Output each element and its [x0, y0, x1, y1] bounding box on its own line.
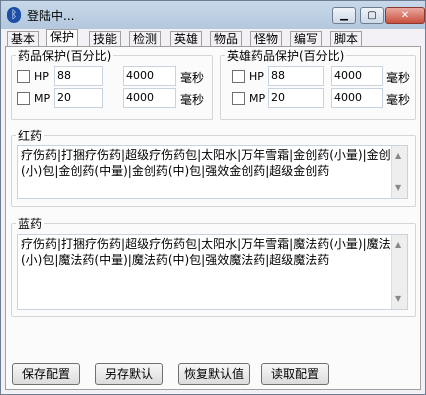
hero-hp-ms-unit: 毫秒 — [386, 71, 411, 85]
bluetooth-icon: ᛒ — [7, 7, 21, 23]
hero-hp-label: HP — [249, 70, 264, 83]
hero-hp-ms-input[interactable]: 4000 — [331, 66, 383, 86]
minimize-button[interactable]: ▁ — [332, 7, 356, 24]
hp-checkbox[interactable] — [17, 70, 30, 83]
close-button[interactable]: ✕ — [385, 7, 425, 24]
protect-panel: 药品保护(百分比) HP 88 4000 毫秒 MP 20 4000 毫秒 英雄… — [5, 46, 421, 390]
red-potion-textarea[interactable]: 疗伤药|打捆疗伤药|超级疗伤药包|太阳水|万年雪霜|金创药(小量)|金创药(小)… — [17, 145, 408, 199]
hp-ms-input[interactable]: 4000 — [123, 66, 176, 86]
red-potion-legend: 红药 — [18, 129, 43, 143]
hero-hp-checkbox[interactable] — [232, 70, 245, 83]
hero-mp-ms-unit: 毫秒 — [386, 93, 411, 107]
mp-checkbox[interactable] — [17, 92, 30, 105]
hp-percent-input[interactable]: 88 — [54, 66, 103, 86]
scroll-down-icon[interactable]: ▼ — [395, 180, 401, 196]
tab-skill[interactable]: 技能 — [89, 31, 122, 47]
hero-mp-label: MP — [249, 92, 266, 105]
hero-hp-percent-input[interactable]: 88 — [268, 66, 324, 86]
tab-protect[interactable]: 保护 — [46, 29, 79, 47]
hero-mp-percent-input[interactable]: 20 — [268, 88, 324, 108]
tab-basic[interactable]: 基本 — [7, 31, 40, 47]
tab-items[interactable]: 物品 — [210, 31, 243, 47]
save-config-button[interactable]: 保存配置 — [12, 363, 80, 385]
hero-mp-ms-input[interactable]: 4000 — [331, 88, 383, 108]
read-config-button[interactable]: 读取配置 — [261, 363, 329, 385]
hero-mp-checkbox[interactable] — [232, 92, 245, 105]
maximize-button[interactable]: ▢ — [360, 7, 384, 24]
window-title: 登陆中... — [27, 9, 75, 23]
hero-protect-legend: 英雄药品保护(百分比) — [227, 49, 345, 63]
mp-label: MP — [34, 92, 51, 105]
scroll-up-icon[interactable]: ▲ — [395, 237, 401, 253]
blue-potion-textarea[interactable]: 疗伤药|打捆疗伤药|超级疗伤药包|太阳水|万年雪霜|魔法药(小量)|魔法药(小)… — [17, 234, 408, 310]
tab-detect[interactable]: 检测 — [129, 31, 162, 47]
red-potion-scrollbar[interactable]: ▲ ▼ — [391, 146, 407, 198]
scroll-up-icon[interactable]: ▲ — [395, 148, 401, 164]
blue-potion-scrollbar[interactable]: ▲ ▼ — [391, 235, 407, 309]
red-potion-text: 疗伤药|打捆疗伤药|超级疗伤药包|太阳水|万年雪霜|金创药(小量)|金创药(小)… — [21, 148, 403, 178]
hp-ms-unit: 毫秒 — [180, 71, 205, 85]
mp-ms-unit: 毫秒 — [180, 93, 205, 107]
mp-percent-input[interactable]: 20 — [54, 88, 103, 108]
save-default-button[interactable]: 另存默认 — [95, 363, 163, 385]
tab-monsters[interactable]: 怪物 — [250, 31, 283, 47]
title-bar: ᛒ 登陆中... ▁ ▢ ✕ — [1, 1, 425, 29]
tab-script[interactable]: 脚本 — [330, 31, 363, 47]
tab-strip: 基本 保护 技能 检测 英雄 物品 怪物 编写 脚本 — [7, 29, 419, 47]
blue-potion-legend: 蓝药 — [18, 217, 43, 231]
blue-potion-text: 疗伤药|打捆疗伤药|超级疗伤药包|太阳水|万年雪霜|魔法药(小量)|魔法药(小)… — [21, 237, 403, 267]
tab-hero[interactable]: 英雄 — [170, 31, 203, 47]
hp-label: HP — [34, 70, 49, 83]
drug-protect-legend: 药品保护(百分比) — [18, 49, 112, 63]
mp-ms-input[interactable]: 4000 — [123, 88, 176, 108]
app-window: ᛒ 登陆中... ▁ ▢ ✕ 基本 保护 技能 检测 英雄 物品 怪物 编写 脚… — [0, 0, 426, 395]
restore-default-button[interactable]: 恢复默认值 — [178, 363, 250, 385]
tab-edit[interactable]: 编写 — [290, 31, 323, 47]
scroll-down-icon[interactable]: ▼ — [395, 291, 401, 307]
